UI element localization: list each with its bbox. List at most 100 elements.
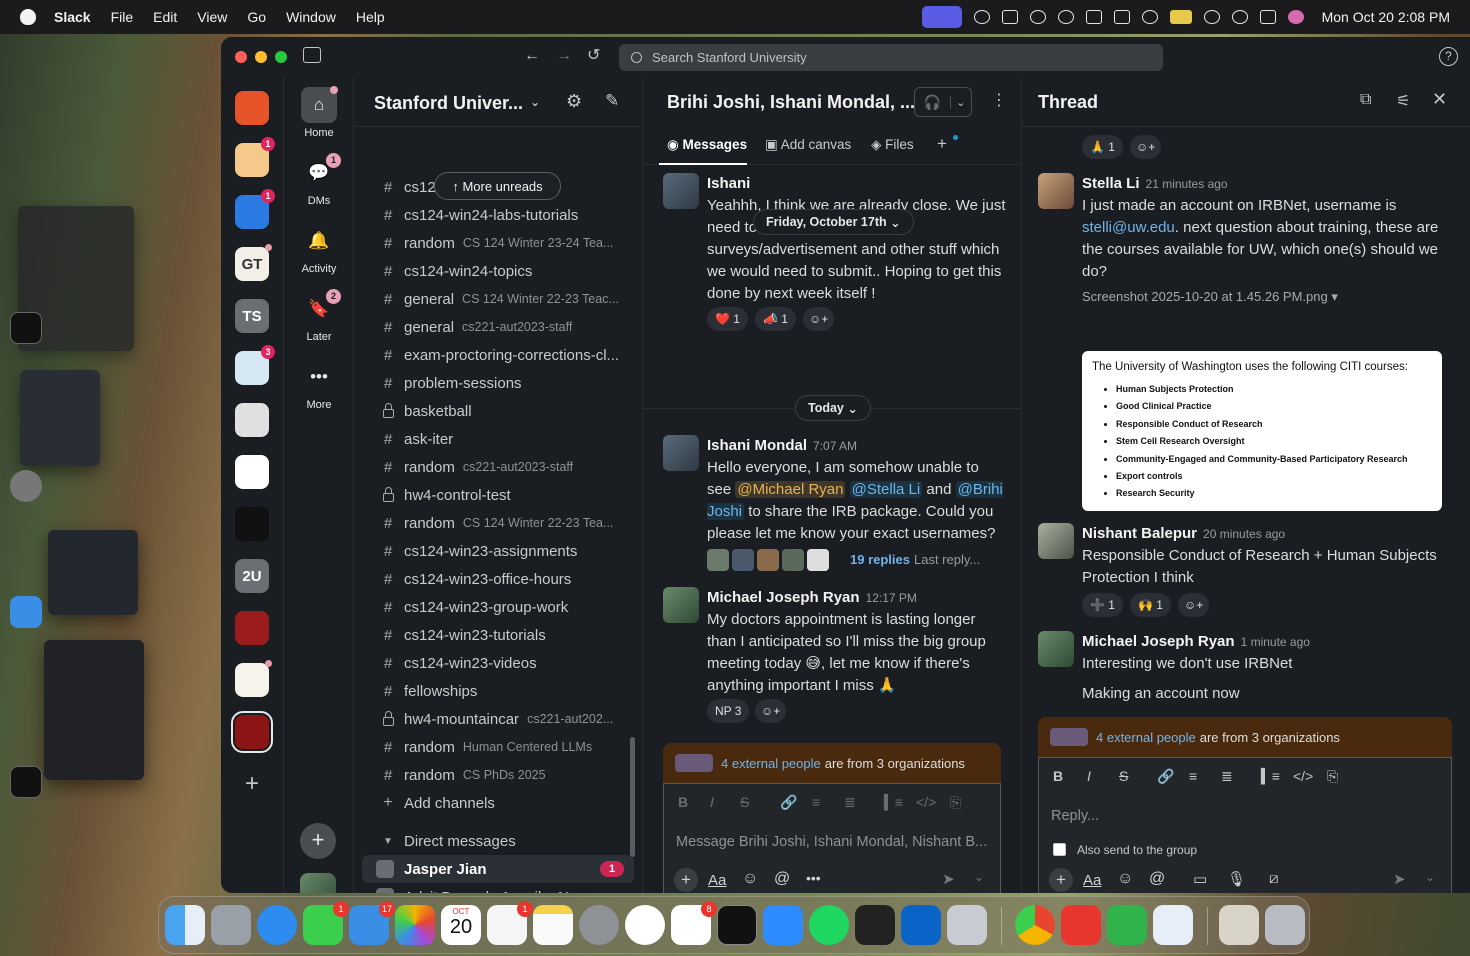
menu-window[interactable]: Window <box>286 9 336 25</box>
workspace-ts[interactable]: TS <box>235 299 269 333</box>
message-time[interactable]: 21 minutes ago <box>1146 177 1228 191</box>
minimize-window-button[interactable] <box>255 51 267 63</box>
sidebar-toggle-icon[interactable] <box>303 47 321 63</box>
plus-icon[interactable]: + <box>674 868 698 892</box>
search-bar[interactable]: Search Stanford University <box>619 44 1163 71</box>
link-icon[interactable]: 🔗 <box>780 794 797 811</box>
sidebar-dm[interactable]: Jasper Jian 1 <box>362 855 634 883</box>
reaction-pray[interactable]: 🙏 1 <box>1082 135 1123 159</box>
nav-activity[interactable]: 🔔 Activity <box>284 223 354 275</box>
more-icon[interactable]: ••• <box>806 870 821 886</box>
iphone-mirroring-icon[interactable] <box>947 905 987 945</box>
mention-stella[interactable]: @Stella Li <box>849 481 923 498</box>
photos-icon[interactable] <box>395 905 435 945</box>
spotlight-icon[interactable] <box>1231 10 1248 24</box>
workspace-hands[interactable] <box>235 660 272 697</box>
sidebar-channel[interactable]: # ask-iter <box>362 425 634 453</box>
reminders-icon[interactable]: 1 <box>487 901 533 945</box>
apple-menu-icon[interactable] <box>20 9 36 25</box>
blockquote-icon[interactable]: ▍≡ <box>1261 768 1280 785</box>
format-text-icon[interactable]: Aa <box>1083 872 1101 889</box>
menu-go[interactable]: Go <box>247 9 266 25</box>
spotify-icon[interactable] <box>809 905 849 945</box>
menu-view[interactable]: View <box>197 9 227 25</box>
bullet-list-icon[interactable]: ≣ <box>1221 768 1233 785</box>
send-icon[interactable]: ➤ <box>942 870 955 888</box>
reaction-hands[interactable]: 🙌 1 <box>1130 593 1171 617</box>
ordered-list-icon[interactable]: ≡ <box>812 794 820 810</box>
avatar[interactable] <box>1038 631 1074 667</box>
blockquote-icon[interactable]: ▍≡ <box>884 794 903 811</box>
add-workspace-icon[interactable]: + <box>235 767 269 801</box>
box-icon[interactable] <box>1001 10 1018 24</box>
external-people-link[interactable]: 4 external people <box>1096 730 1196 745</box>
send-icon[interactable]: ➤ <box>1393 870 1406 888</box>
message-author[interactable]: Michael Joseph Ryan 12:17 PM <box>707 589 917 606</box>
add-reaction-icon[interactable]: ☺+ <box>755 699 787 723</box>
email-link[interactable]: stelli@uw.edu <box>1082 219 1175 236</box>
stage-window-4[interactable] <box>44 640 144 780</box>
menu-clock[interactable]: Mon Oct 20 2:08 PM <box>1322 9 1450 25</box>
more-unreads-button[interactable]: ↑ More unreads <box>434 172 561 200</box>
italic-icon[interactable]: I <box>710 794 714 810</box>
sidebar-channel[interactable]: # cs124-win24-labs-tutorials <box>362 201 634 229</box>
emoji-icon[interactable]: ☺ <box>1117 870 1133 888</box>
sidebar-channel[interactable]: # cs124-win23-tutorials <box>362 621 634 649</box>
code-block-icon[interactable]: ⎘ <box>1327 768 1338 785</box>
thread-replies-link[interactable]: 19 replies <box>850 552 910 567</box>
sidebar-channel[interactable]: # cs124-win24-topics <box>362 257 634 285</box>
tab-messages[interactable]: ◉ Messages <box>667 137 747 153</box>
tab-files[interactable]: ◈ Files <box>871 137 914 153</box>
format-text-icon[interactable]: Aa <box>708 872 726 889</box>
screen-share-icon[interactable] <box>921 6 962 28</box>
huddle-button[interactable]: 🎧 ⌄ <box>914 87 972 117</box>
sidebar-channel[interactable]: # problem-sessions <box>362 369 634 397</box>
sidebar-channel[interactable]: # cs124-win23-group-work <box>362 593 634 621</box>
chevron-down-icon[interactable]: ⌄ <box>949 95 971 109</box>
user-avatar[interactable] <box>300 873 336 893</box>
safari-icon[interactable] <box>257 905 297 945</box>
message-author[interactable]: Ishani Mondal 7:07 AM <box>707 437 857 454</box>
time-machine-icon[interactable] <box>1029 10 1046 24</box>
workspace-stanford-red[interactable] <box>235 611 269 645</box>
send-options-icon[interactable]: ⌄ <box>974 870 984 884</box>
messages-icon[interactable]: 1 <box>303 901 349 945</box>
file-name[interactable]: Screenshot 2025-10-20 at 1.45.26 PM.png … <box>1082 289 1338 305</box>
workspace-stanford[interactable] <box>231 711 273 753</box>
nav-home[interactable]: ⌂ Home <box>284 86 354 139</box>
screenshot-attachment[interactable]: The University of Washington uses the fo… <box>1082 351 1442 511</box>
finder-stage-icon[interactable] <box>10 596 42 628</box>
avatar[interactable] <box>663 587 699 623</box>
app-stage-icon[interactable] <box>10 766 42 798</box>
date-divider-old[interactable]: Friday, October 17th ⌄ <box>753 209 914 235</box>
reaction-heart[interactable]: ❤️ 1 <box>707 307 748 331</box>
chatgpt-icon[interactable] <box>973 10 990 24</box>
sidebar-dm[interactable]: Advit Deepak, Avanika Narayan... <box>362 883 634 893</box>
downloads-icon[interactable] <box>1219 905 1259 945</box>
add-workspace-button[interactable]: + <box>300 823 336 859</box>
launchpad-icon[interactable] <box>211 905 251 945</box>
sidebar-channel[interactable]: # general cs221-aut2023-staff <box>362 313 634 341</box>
close-window-button[interactable] <box>235 51 247 63</box>
ordered-list-icon[interactable]: ≡ <box>1189 768 1197 784</box>
send-options-icon[interactable]: ⌄ <box>1425 870 1435 884</box>
settings-stage-icon[interactable] <box>10 470 42 502</box>
message-time[interactable]: 20 minutes ago <box>1203 527 1285 541</box>
code-icon[interactable]: </> <box>916 794 936 810</box>
nav-dms[interactable]: 💬 1 DMs <box>284 153 354 207</box>
zoom-window-button[interactable] <box>275 51 287 63</box>
sidebar-channel[interactable]: hw4-control-test <box>362 481 634 509</box>
add-reaction-icon[interactable]: ☺+ <box>1130 135 1162 159</box>
message-author[interactable]: Ishani <box>707 175 750 192</box>
external-people-banner[interactable]: 4 external people are from 3 organizatio… <box>1038 717 1452 757</box>
sidebar-channel[interactable]: # random cs221-aut2023-staff <box>362 453 634 481</box>
chrome-icon[interactable] <box>1015 905 1055 945</box>
plus-icon[interactable]: + <box>1049 868 1073 892</box>
reaction-plus[interactable]: ➕ 1 <box>1082 593 1123 617</box>
close-icon[interactable]: ✕ <box>1432 89 1447 110</box>
thread-reply-composer[interactable]: B I S 🔗 ≡ ≣ ▍≡ </> ⎘ Reply... Also send … <box>1038 757 1452 893</box>
compose-icon[interactable]: ✎ <box>605 91 619 111</box>
trash-icon[interactable] <box>1265 905 1305 945</box>
slack-dock-icon[interactable]: 8 <box>671 901 717 945</box>
stage-window-2[interactable] <box>20 370 100 466</box>
